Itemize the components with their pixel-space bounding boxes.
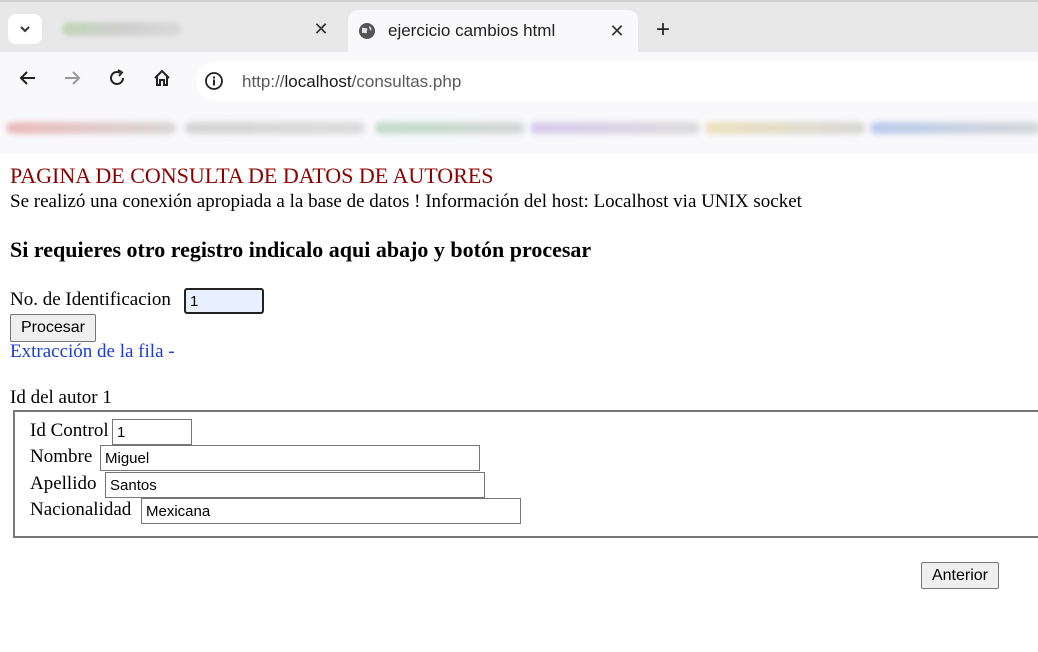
bookmarks-bar [0, 104, 1038, 154]
author-id-label: Id del autor 1 [10, 387, 112, 408]
home-button[interactable] [150, 66, 174, 90]
id-label: No. de Identificacion [10, 289, 171, 310]
active-tab-title: ejercicio cambios html [388, 21, 556, 40]
tab-list-dropdown-button[interactable] [8, 14, 42, 44]
url-path: /consultas.php [351, 72, 462, 91]
subheading: Si requieres otro registro indicalo aqui… [10, 237, 592, 262]
close-tab-icon[interactable]: ✕ [310, 18, 332, 40]
previous-button[interactable]: Anterior [921, 562, 999, 589]
back-button[interactable] [16, 66, 40, 90]
back-arrow-icon [19, 71, 35, 85]
tab-inactive[interactable]: ✕ [52, 12, 342, 48]
chevron-down-icon [20, 26, 30, 33]
tab-active[interactable]: ejercicio cambios html ✕ [348, 10, 638, 54]
nacionalidad-label: Nacionalidad [30, 499, 132, 520]
close-tab-icon[interactable]: ✕ [606, 20, 628, 42]
new-tab-button[interactable]: + [652, 16, 674, 43]
url-scheme: http:// [242, 72, 285, 91]
site-info-icon[interactable] [204, 71, 224, 91]
reload-icon [110, 69, 124, 85]
url-text: http://localhost/consultas.php [242, 72, 461, 92]
forward-button[interactable] [60, 66, 84, 90]
address-bar[interactable]: http://localhost/consultas.php [196, 61, 1038, 101]
reload-button[interactable] [105, 66, 129, 90]
connection-info: Se realizó una conexión apropiada a la b… [10, 191, 802, 212]
nacionalidad-input[interactable] [141, 498, 521, 524]
globe-icon [359, 23, 375, 39]
extraction-text: Extracción de la fila - [10, 341, 175, 362]
home-icon [154, 69, 170, 86]
apellido-label: Apellido [30, 473, 97, 494]
apellido-input[interactable] [105, 472, 485, 498]
process-button[interactable]: Procesar [10, 314, 96, 342]
forward-arrow-icon [65, 71, 81, 85]
navigation-toolbar: http://localhost/consultas.php [0, 52, 1038, 104]
blurred-tab-content [62, 22, 182, 36]
nombre-label: Nombre [30, 446, 93, 467]
url-host: localhost [284, 72, 352, 91]
author-fieldset: Id Control Nombre Apellido Nacionalidad [13, 410, 1038, 538]
nombre-input[interactable] [100, 445, 480, 471]
id-input[interactable] [184, 288, 264, 314]
id-control-input[interactable] [112, 419, 192, 445]
id-control-label: Id Control [30, 420, 109, 441]
page-title: PAGINA DE CONSULTA DE DATOS DE AUTORES [10, 163, 494, 188]
tab-bar: ✕ ejercicio cambios html ✕ + [0, 0, 1038, 54]
